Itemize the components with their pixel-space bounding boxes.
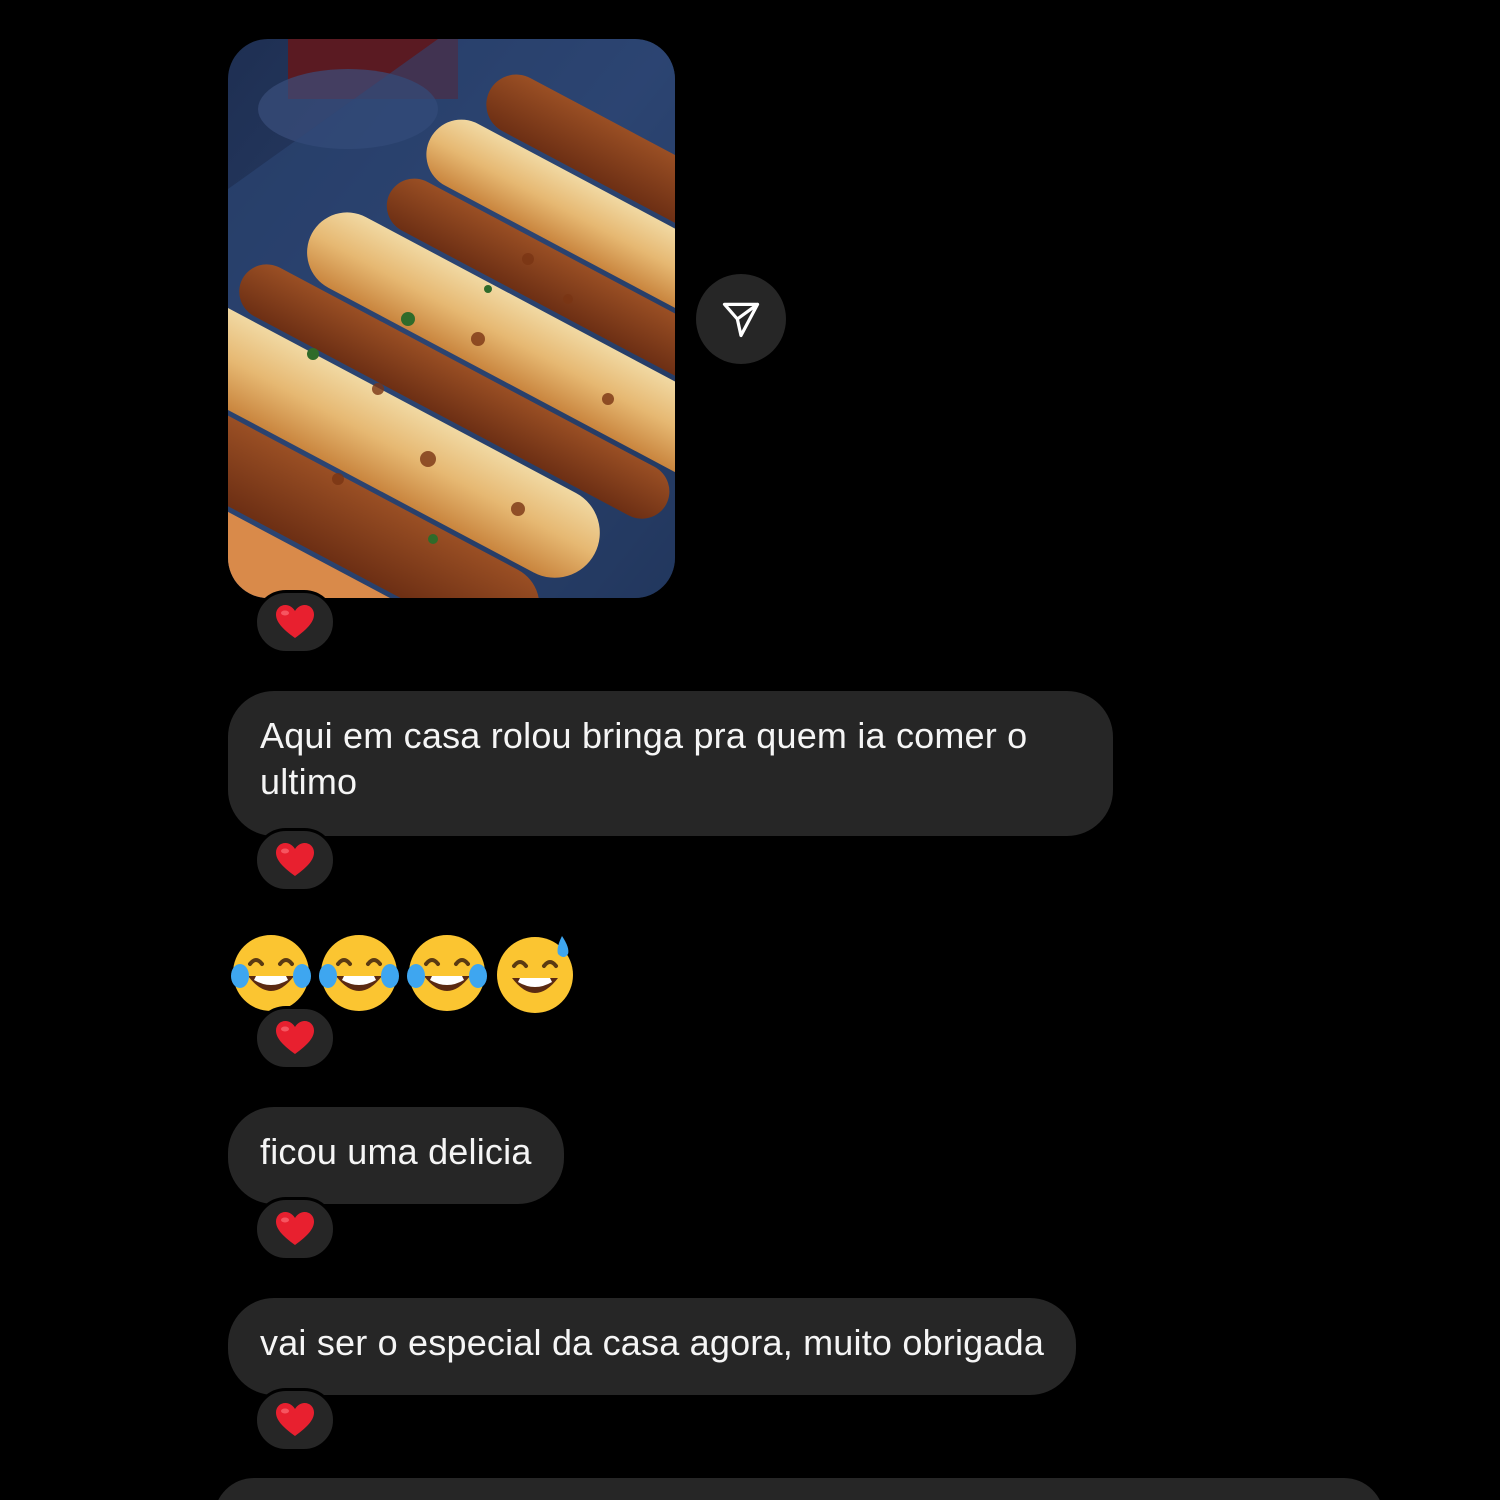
laughing-tears-emoji-icon [319, 935, 399, 1011]
heart-reaction[interactable] [254, 828, 336, 892]
heart-icon [276, 605, 314, 638]
next-message-bubble [214, 1478, 1384, 1500]
heart-reaction[interactable] [254, 590, 336, 654]
chat-screen: Aqui em casa rolou bringa pra quem ia co… [0, 0, 1500, 1500]
message-text: ficou uma delicia [260, 1131, 532, 1172]
heart-reaction[interactable] [254, 1006, 336, 1070]
heart-reaction[interactable] [254, 1388, 336, 1452]
emoji-message[interactable] [228, 930, 578, 1016]
send-icon [722, 302, 760, 338]
laughing-tears-emoji-icon [231, 935, 311, 1011]
heart-icon [276, 1021, 314, 1054]
message-bubble[interactable]: vai ser o especial da casa agora, muito … [228, 1298, 1077, 1395]
message-text: Aqui em casa rolou bringa pra quem ia co… [260, 715, 1028, 802]
shared-photo[interactable] [228, 39, 675, 598]
heart-icon [276, 1403, 314, 1436]
heart-icon [276, 1212, 314, 1245]
message-bubble[interactable]: Aqui em casa rolou bringa pra quem ia co… [228, 691, 1113, 836]
heart-icon [276, 843, 314, 876]
laughing-tears-emoji-icon [407, 935, 487, 1011]
message-text: vai ser o especial da casa agora, muito … [260, 1322, 1045, 1363]
food-photo-image [228, 39, 675, 598]
share-button[interactable] [696, 274, 786, 364]
heart-reaction[interactable] [254, 1197, 336, 1261]
message-bubble[interactable]: ficou uma delicia [228, 1107, 564, 1204]
grinning-sweat-emoji-icon [497, 936, 573, 1013]
